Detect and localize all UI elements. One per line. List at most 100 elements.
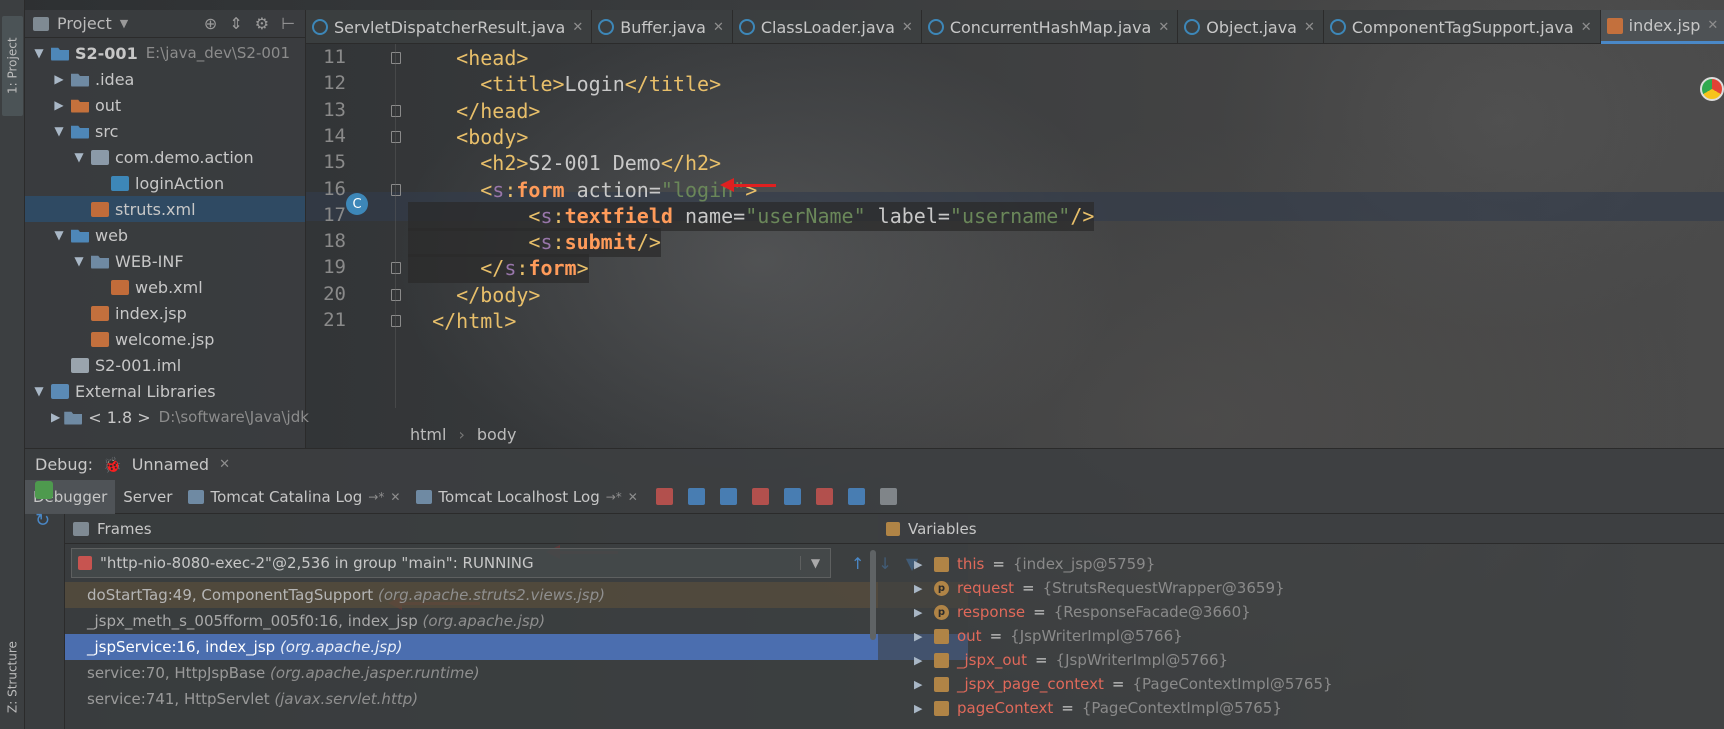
tree-item[interactable]: ▼ External Libraries — [25, 378, 305, 404]
debug-config-tab[interactable]: Unnamed — [132, 455, 209, 474]
expand-arrow-icon[interactable]: ▶ — [914, 582, 926, 595]
collapse-arrow-icon[interactable]: ▶ — [51, 72, 67, 86]
tree-item[interactable]: ▼ S2-001 E:\java_dev\S2-001 — [25, 40, 305, 66]
expand-arrow-icon[interactable]: ▶ — [914, 630, 926, 643]
step-out-icon[interactable] — [783, 488, 801, 505]
tree-item[interactable]: ▼ WEB-INF — [25, 248, 305, 274]
step-into-icon[interactable] — [719, 488, 737, 505]
close-icon[interactable]: ✕ — [1304, 20, 1315, 35]
tree-item[interactable]: ▶ out — [25, 92, 305, 118]
variable-row[interactable]: ▶ pageContext = {PageContextImpl@5765} — [914, 696, 1282, 720]
code-line[interactable]: <s:form action="login"> — [408, 176, 757, 205]
hide-icon[interactable]: ⊢ — [281, 14, 295, 33]
close-icon[interactable]: ✕ — [390, 490, 400, 504]
close-icon[interactable]: ✕ — [1158, 20, 1169, 35]
close-icon[interactable]: ✕ — [902, 20, 913, 35]
chrome-browser-icon[interactable] — [1700, 77, 1724, 101]
code-line[interactable]: <s:submit/> — [408, 228, 661, 258]
fold-marker-icon[interactable] — [391, 288, 401, 301]
step-over-icon[interactable] — [687, 488, 705, 505]
tree-item[interactable]: ▶ < 1.8 > D:\software\Java\jdk — [25, 404, 309, 430]
frame-row[interactable]: _jspx_meth_s_005fform_005f0:16, index_js… — [65, 608, 968, 634]
project-tool-tab[interactable]: 1: Project — [2, 16, 23, 116]
variable-row[interactable]: ▶ _jspx_out = {JspWriterImpl@5766} — [914, 648, 1228, 672]
collapse-arrow-icon[interactable]: ▶ — [51, 98, 67, 112]
evaluate-icon[interactable] — [879, 488, 897, 505]
debug-tab[interactable]: Server — [115, 480, 180, 514]
variable-row[interactable]: ▶ p request = {StrutsRequestWrapper@3659} — [914, 576, 1285, 600]
tree-item[interactable]: ▼ src — [25, 118, 305, 144]
editor-tab[interactable]: ClassLoader.java ✕ — [733, 10, 922, 44]
arrow-up-icon[interactable]: ↑ — [851, 554, 864, 573]
variable-row[interactable]: ▶ out = {JspWriterImpl@5766} — [914, 624, 1183, 648]
breadcrumb-html[interactable]: html — [410, 425, 446, 444]
tree-item[interactable]: struts.xml — [25, 196, 305, 222]
close-icon[interactable]: ✕ — [572, 20, 583, 35]
fold-marker-icon[interactable] — [391, 104, 401, 117]
force-step-into-icon[interactable] — [751, 488, 769, 505]
code-line[interactable]: </head> — [408, 97, 540, 126]
collapse-all-icon[interactable]: ⇕ — [229, 14, 242, 33]
project-view-selector[interactable]: Project — [57, 14, 112, 33]
gear-icon[interactable]: ⚙ — [255, 14, 269, 33]
debug-tab[interactable]: Tomcat Localhost Log →* ✕ — [408, 480, 645, 514]
fold-marker-icon[interactable] — [391, 52, 401, 64]
locate-icon[interactable]: ⊕ — [204, 14, 217, 33]
close-icon[interactable]: ✕ — [713, 20, 724, 35]
structure-tool-tab[interactable]: Z: Structure — [2, 630, 23, 725]
expand-arrow-icon[interactable]: ▶ — [914, 558, 926, 571]
debug-tab[interactable]: Tomcat Catalina Log →* ✕ — [180, 480, 408, 514]
code-editor[interactable]: <head> <title>Login</title> </head> <bod… — [408, 44, 1724, 408]
expand-arrow-icon[interactable]: ▼ — [31, 384, 47, 398]
tree-item[interactable]: loginAction — [25, 170, 305, 196]
code-line[interactable]: <head> — [408, 44, 528, 73]
close-icon[interactable]: ✕ — [1707, 18, 1718, 33]
expand-arrow-icon[interactable]: ▶ — [914, 702, 926, 715]
variable-row[interactable]: ▶ _jspx_page_context = {PageContextImpl@576… — [914, 672, 1333, 696]
tree-item[interactable]: ▶ .idea — [25, 66, 305, 92]
expand-arrow-icon[interactable]: ▶ — [914, 654, 926, 667]
tree-item[interactable]: ▼ web — [25, 222, 305, 248]
chevron-down-icon[interactable]: ▼ — [120, 17, 128, 30]
expand-arrow-icon[interactable]: ▼ — [71, 150, 87, 164]
tree-item[interactable]: web.xml — [25, 274, 305, 300]
breadcrumb-body[interactable]: body — [477, 425, 517, 444]
fold-marker-icon[interactable] — [391, 130, 401, 143]
frames-scrollbar[interactable] — [868, 544, 878, 729]
tree-item[interactable]: welcome.jsp — [25, 326, 305, 352]
code-line[interactable]: </s:form> — [408, 254, 589, 284]
fold-marker-icon[interactable] — [391, 315, 401, 327]
variable-row[interactable]: ▶ this = {index_jsp@5759} — [914, 552, 1155, 576]
editor-tab[interactable]: Buffer.java ✕ — [592, 10, 733, 44]
editor-tab[interactable]: index.jsp ✕ — [1600, 10, 1724, 44]
code-line[interactable]: <s:textfield name="userName" label="user… — [408, 201, 1095, 231]
editor-tab[interactable]: ConcurrentHashMap.java ✕ — [922, 10, 1179, 44]
rerun-icon[interactable] — [35, 481, 53, 499]
code-line[interactable]: </html> — [408, 307, 516, 336]
thread-selector[interactable]: "http-nio-8080-exec-2"@2,536 in group "m… — [71, 548, 831, 578]
tree-item[interactable]: S2-001.iml — [25, 352, 305, 378]
editor-tab[interactable]: ComponentTagSupport.java ✕ — [1324, 10, 1601, 44]
close-icon[interactable]: ✕ — [219, 457, 230, 472]
tree-item[interactable]: index.jsp — [25, 300, 305, 326]
collapse-arrow-icon[interactable]: ▶ — [51, 410, 60, 424]
frame-row[interactable]: doStartTag:49, ComponentTagSupport (org.… — [65, 582, 968, 608]
expand-arrow-icon[interactable]: ▶ — [914, 606, 926, 619]
expand-arrow-icon[interactable]: ▼ — [51, 124, 67, 138]
expand-arrow-icon[interactable]: ▶ — [914, 678, 926, 691]
fold-marker-icon[interactable] — [391, 183, 401, 196]
frame-row[interactable]: _jspService:16, index_jsp (org.apache.js… — [65, 634, 968, 660]
execution-point-icon[interactable]: C — [346, 193, 368, 215]
code-line[interactable]: </body> — [408, 281, 540, 310]
close-icon[interactable]: ✕ — [628, 490, 638, 504]
show-execution-point-icon[interactable] — [655, 488, 673, 505]
expand-arrow-icon[interactable]: ▼ — [31, 46, 47, 60]
expand-arrow-icon[interactable]: ▼ — [71, 254, 87, 268]
fold-marker-icon[interactable] — [391, 262, 401, 275]
code-line[interactable]: <title>Login</title> — [408, 70, 721, 99]
close-icon[interactable]: ✕ — [1581, 20, 1592, 35]
chevron-down-icon[interactable]: ▼ — [800, 556, 830, 570]
frame-row[interactable]: service:70, HttpJspBase (org.apache.jasp… — [65, 660, 968, 686]
run-to-cursor-icon[interactable] — [847, 488, 865, 505]
frame-row[interactable]: service:741, HttpServlet (javax.servlet.… — [65, 686, 968, 712]
